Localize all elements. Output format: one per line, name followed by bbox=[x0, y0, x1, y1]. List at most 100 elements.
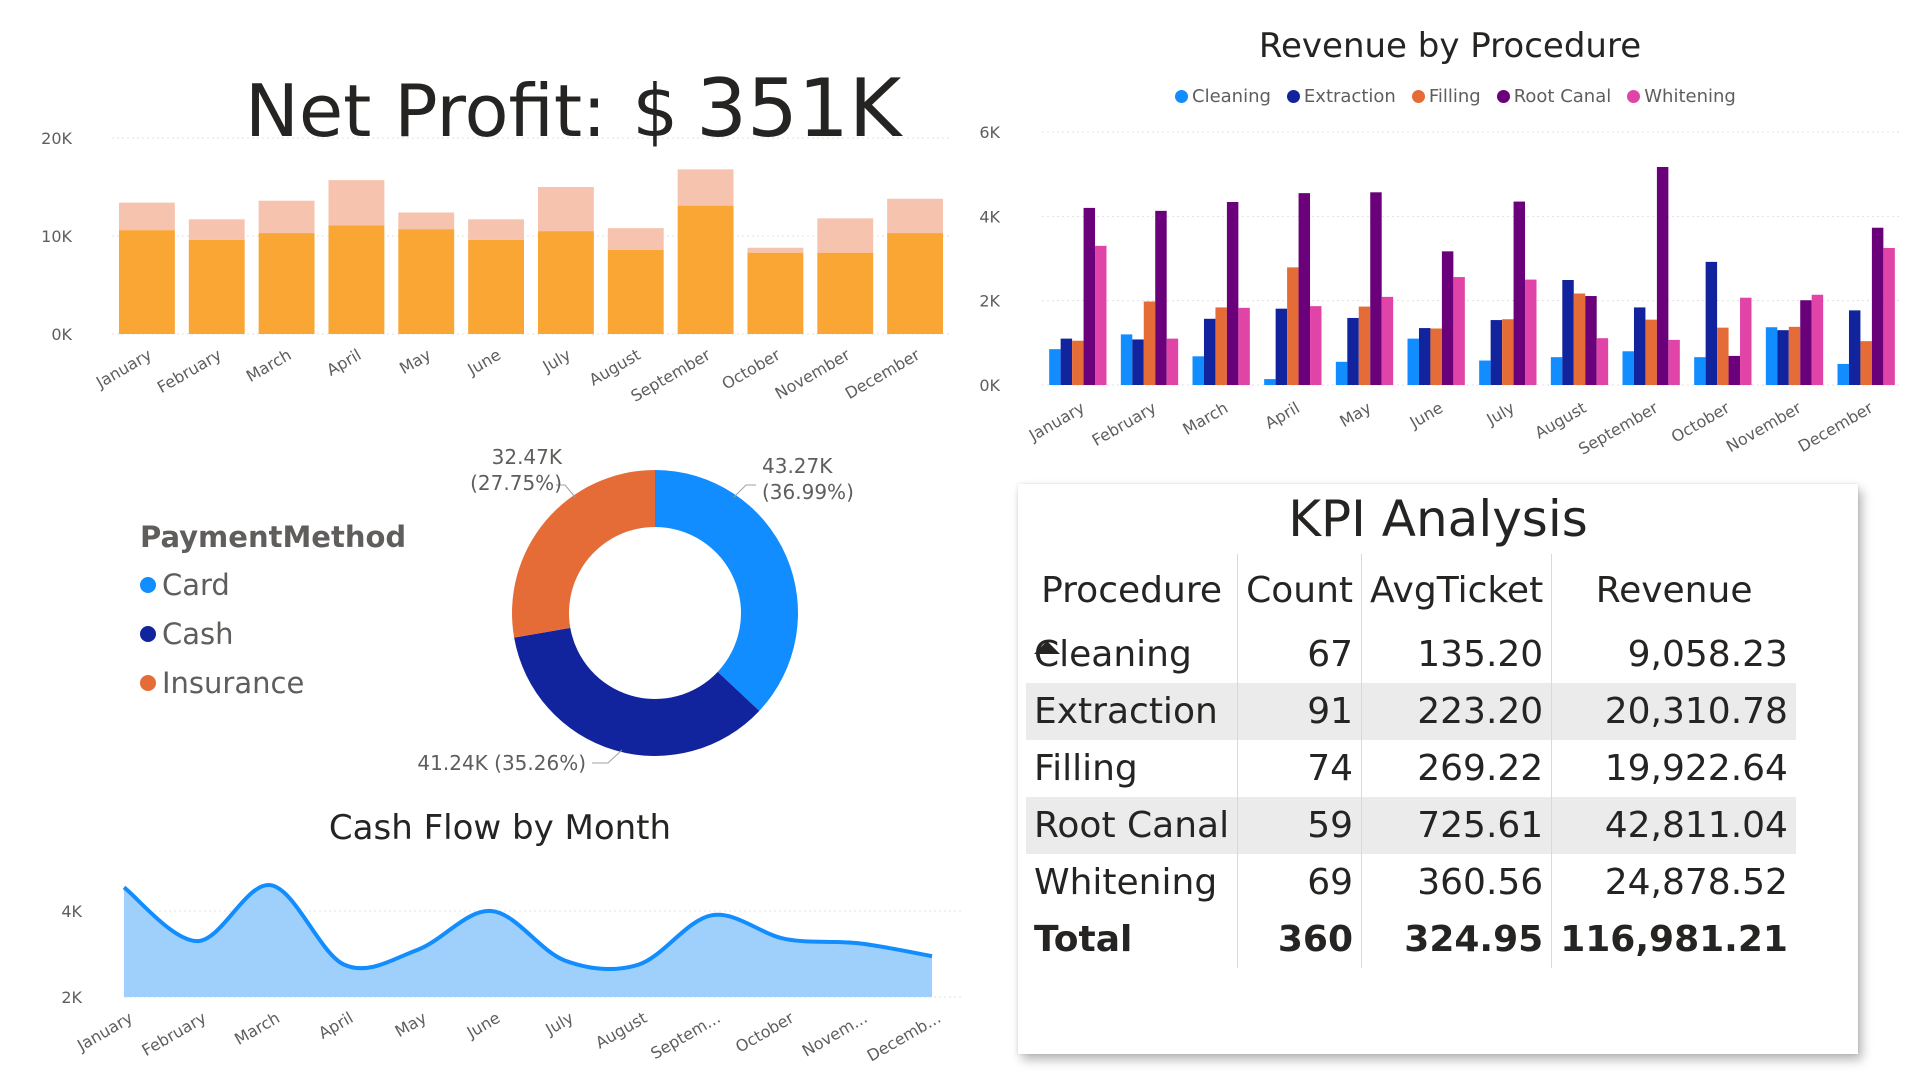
legend-dot-icon bbox=[1496, 90, 1510, 103]
table-row[interactable]: Root Canal 59 725.61 42,811.04 bbox=[1026, 797, 1796, 854]
cell-avg: 324.95 bbox=[1361, 911, 1552, 968]
x-tick-label: January bbox=[73, 1008, 136, 1055]
bar bbox=[1668, 339, 1680, 385]
x-tick-label: Decemb... bbox=[864, 1008, 944, 1065]
bar bbox=[1166, 338, 1179, 385]
payment-legend-item[interactable]: Insurance bbox=[140, 658, 406, 707]
table-row[interactable]: Cleaning 67 135.20 9,058.23 bbox=[1026, 626, 1796, 683]
y-tick-label: 4K bbox=[979, 207, 1000, 226]
x-tick-label: December bbox=[1795, 398, 1877, 456]
header-procedure[interactable]: Procedure bbox=[1026, 554, 1238, 654]
bar-segment bbox=[607, 249, 664, 334]
bar bbox=[1705, 261, 1718, 385]
payment-legend-item[interactable]: Card bbox=[140, 560, 406, 609]
payment-legend-item[interactable]: Cash bbox=[140, 609, 406, 658]
bar bbox=[1060, 338, 1073, 385]
bar bbox=[1656, 166, 1669, 385]
cash-flow-area-chart: 2K 4K January February March April May June July… bbox=[61, 883, 962, 1065]
revenue-legend: Cleaning Extraction Filling Root Canal White… bbox=[1175, 86, 1736, 107]
x-tick-label: August bbox=[592, 1008, 650, 1052]
bar bbox=[1381, 296, 1394, 385]
x-tick-label: May bbox=[396, 345, 434, 378]
cell-procedure: Root Canal bbox=[1026, 797, 1238, 854]
header-revenue[interactable]: Revenue bbox=[1551, 554, 1796, 626]
cell-procedure: Extraction bbox=[1026, 683, 1238, 740]
bar bbox=[1788, 326, 1801, 385]
legend-item[interactable]: Cleaning bbox=[1175, 86, 1271, 107]
data-label: 43.27K bbox=[762, 454, 833, 478]
bar bbox=[1837, 363, 1849, 385]
legend-dot-icon bbox=[140, 576, 156, 593]
bar bbox=[1811, 294, 1824, 385]
cell-count: 360 bbox=[1237, 911, 1362, 968]
cell-avg: 223.20 bbox=[1361, 683, 1552, 740]
bar bbox=[1226, 201, 1239, 385]
bar bbox=[1215, 307, 1227, 385]
bar-segment-stack bbox=[118, 202, 175, 231]
x-tick-label: March bbox=[231, 1008, 283, 1049]
sort-ascending-icon[interactable] bbox=[1034, 641, 1060, 654]
bar bbox=[1490, 320, 1503, 385]
legend-item[interactable]: Whitening bbox=[1627, 86, 1736, 107]
legend-label: Cleaning bbox=[1192, 86, 1271, 107]
x-tick-label: February bbox=[139, 1008, 210, 1060]
kpi-analysis-card: KPI Analysis Procedure Count AvgTicket R… bbox=[1018, 484, 1858, 1054]
y-tick-label: 2K bbox=[61, 988, 82, 1007]
cell-procedure: Cleaning bbox=[1034, 634, 1192, 675]
cell-count: 59 bbox=[1237, 797, 1362, 854]
bar-segment bbox=[328, 225, 385, 334]
payment-legend-label: Insurance bbox=[162, 665, 305, 700]
x-tick-label: August bbox=[586, 345, 644, 389]
y-tick-label: 0K bbox=[979, 376, 1000, 395]
legend-item[interactable]: Extraction bbox=[1286, 86, 1396, 107]
bar-segment-stack bbox=[677, 169, 734, 206]
cell-procedure: Filling bbox=[1034, 748, 1138, 789]
header-count[interactable]: Count bbox=[1237, 554, 1362, 626]
x-tick-label: Septem... bbox=[647, 1008, 723, 1063]
revenue-by-procedure-chart: 0K 2K 4K 6K January February March April May June… bbox=[979, 123, 1902, 459]
x-tick-label: March bbox=[243, 345, 295, 386]
cell-avg: 725.61 bbox=[1361, 797, 1552, 854]
x-tick-label: February bbox=[154, 345, 225, 397]
cell-count: 74 bbox=[1237, 740, 1362, 797]
x-tick-label: April bbox=[1262, 398, 1303, 433]
bar bbox=[1298, 193, 1311, 385]
table-row[interactable]: Filling 74 269.22 19,922.64 bbox=[1026, 740, 1796, 797]
bar bbox=[1418, 328, 1431, 385]
bar bbox=[1264, 379, 1276, 385]
x-tick-label: March bbox=[1179, 398, 1231, 439]
legend-item[interactable]: Root Canal bbox=[1496, 86, 1611, 107]
header-procedure-label: Procedure bbox=[1041, 569, 1222, 611]
bar-segment bbox=[887, 233, 944, 334]
bar bbox=[1573, 293, 1586, 385]
bar-segment-stack bbox=[607, 228, 664, 250]
x-tick-label: December bbox=[842, 345, 924, 403]
bar bbox=[1596, 338, 1609, 385]
bar-segment-stack bbox=[817, 218, 874, 253]
kpi-total-row[interactable]: Total 360 324.95 116,981.21 bbox=[1026, 911, 1796, 968]
cell-procedure: Total bbox=[1034, 919, 1133, 960]
bar bbox=[1347, 317, 1359, 385]
legend-label: Extraction bbox=[1303, 86, 1396, 107]
bar-segment bbox=[118, 230, 175, 334]
bar bbox=[1310, 306, 1322, 385]
legend-item[interactable]: Filling bbox=[1411, 86, 1481, 107]
bar bbox=[1143, 301, 1156, 385]
bar bbox=[1525, 279, 1537, 385]
x-tick-label: June bbox=[1406, 398, 1447, 432]
bar bbox=[1717, 327, 1729, 385]
table-row[interactable]: Extraction 91 223.20 20,310.78 bbox=[1026, 683, 1796, 740]
header-avgticket[interactable]: AvgTicket bbox=[1361, 554, 1552, 626]
bar bbox=[1120, 334, 1133, 385]
legend-dot-icon bbox=[140, 625, 156, 642]
bar bbox=[1777, 330, 1789, 385]
bar bbox=[1800, 300, 1812, 385]
kpi-header-row: Procedure Count AvgTicket Revenue bbox=[1026, 554, 1796, 654]
table-row[interactable]: Whitening 69 360.56 24,878.52 bbox=[1026, 854, 1796, 911]
bar-segment-stack bbox=[537, 187, 594, 232]
legend-label: Whitening bbox=[1644, 86, 1736, 107]
cell-avg: 135.20 bbox=[1361, 626, 1552, 683]
bar-segment bbox=[258, 233, 315, 334]
net-profit-label: Net Profit: bbox=[245, 69, 607, 153]
bar-segment-stack bbox=[468, 219, 525, 240]
